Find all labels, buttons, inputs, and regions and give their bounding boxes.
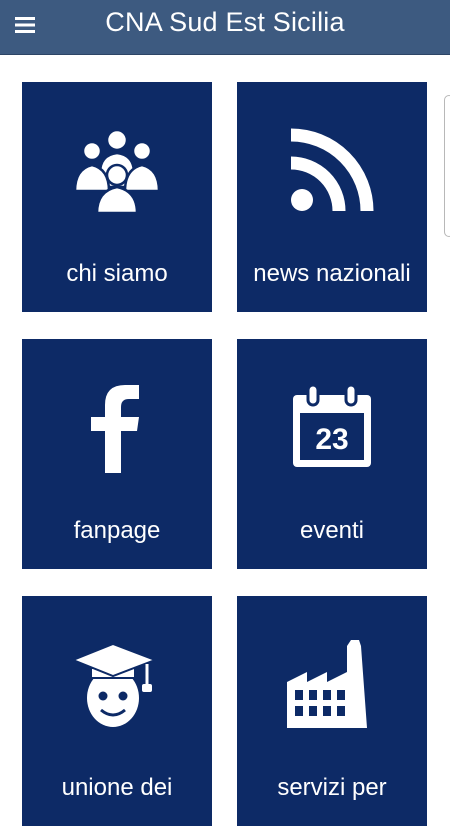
app-bar: CNA Sud Est Sicilia	[0, 0, 450, 55]
people-group-icon	[22, 122, 212, 218]
tile-label: unione dei	[61, 774, 173, 801]
graduate-icon	[22, 636, 212, 732]
tile-eventi[interactable]: 23 eventi	[237, 339, 427, 569]
tile-label: fanpage	[73, 517, 161, 544]
edge-scroll-handle	[444, 95, 450, 237]
tile-label: chi siamo	[66, 260, 168, 287]
tile-label: eventi	[299, 517, 365, 544]
factory-icon	[237, 636, 427, 732]
tile-label: servizi per	[277, 774, 387, 801]
tile-chi-siamo[interactable]: chi siamo	[22, 82, 212, 312]
app-title: CNA Sud Est Sicilia	[105, 7, 345, 37]
tile-fanpage[interactable]: fanpage	[22, 339, 212, 569]
calendar-icon: 23	[237, 379, 427, 475]
tile-unione-dei[interactable]: unione dei	[22, 596, 212, 826]
tile-servizi-per[interactable]: servizi per	[237, 596, 427, 826]
tile-news-nazionali[interactable]: news nazionali	[237, 82, 427, 312]
tile-label: news nazionali	[253, 260, 411, 287]
facebook-icon	[22, 379, 212, 475]
calendar-day-number: 23	[315, 423, 348, 456]
rss-feed-icon	[237, 122, 427, 218]
